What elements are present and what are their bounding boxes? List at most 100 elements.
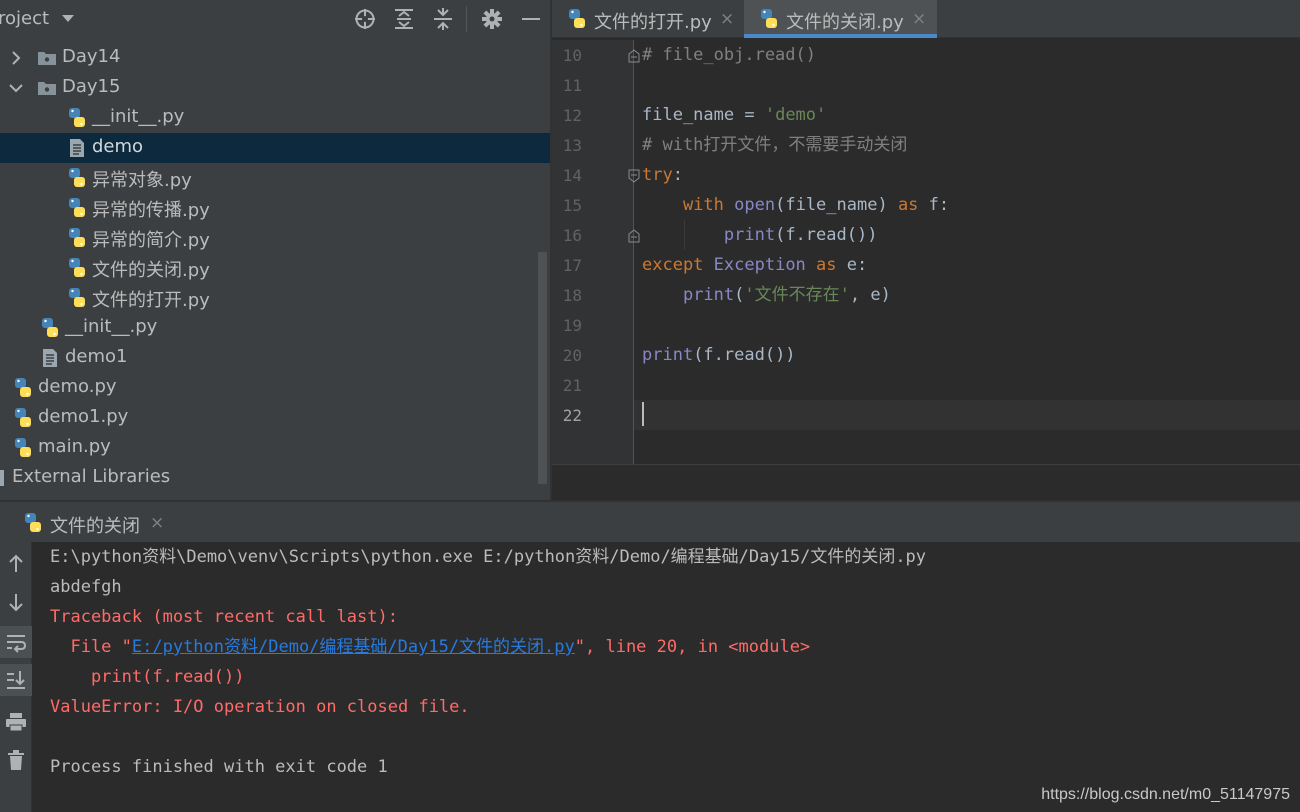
line-number: 15 (562, 196, 582, 215)
tree-item[interactable]: __init__.py (0, 313, 550, 343)
line-number: 17 (562, 256, 582, 275)
project-header: roject (0, 0, 550, 38)
close-icon[interactable]: × (150, 513, 164, 533)
code-comment: # with打开文件，不需要手动关闭 (642, 135, 908, 155)
code-keyword: with (682, 195, 724, 215)
gear-icon[interactable] (479, 7, 505, 31)
tab-label: 文件的关闭.py (786, 12, 904, 33)
tree-item-label: demo (92, 136, 144, 157)
fold-start-icon[interactable] (628, 168, 640, 183)
tree-item[interactable]: 文件的关闭.py (0, 253, 550, 283)
project-panel: roject Day14 Day15 __init__.py demo 异常对象.py 异… (0, 0, 550, 500)
run-tab-label: 文件的关闭 (50, 516, 140, 537)
scroll-to-end-icon[interactable] (0, 664, 32, 696)
tab-file-open[interactable]: 文件的打开.py × (552, 0, 738, 38)
tab-file-close[interactable]: 文件的关闭.py × (744, 0, 937, 38)
run-header: 文件的关闭 × (0, 500, 1300, 542)
tree-item-label: main.py (38, 436, 111, 457)
tree-scrollbar[interactable] (538, 252, 547, 484)
tree-item[interactable]: demo1 (0, 343, 550, 373)
tree-item-label: 文件的打开.py (92, 290, 210, 311)
soft-wrap-icon[interactable] (0, 626, 32, 658)
active-tab-indicator (744, 34, 937, 38)
console-line-command: E:\python资料\Demo\venv\Scripts\python.exe… (50, 547, 927, 567)
arrow-down-icon[interactable] (0, 586, 32, 618)
code-keyword: except (642, 255, 704, 275)
chevron-down-icon[interactable] (8, 79, 24, 97)
code-builtin: Exception (713, 255, 806, 275)
file-link[interactable]: E:/python资料/Demo/编程基础/Day15/文件的关闭.py (132, 637, 575, 657)
chevron-right-icon[interactable] (8, 49, 24, 67)
tree-item[interactable]: 文件的打开.py (0, 283, 550, 313)
project-title[interactable]: roject (0, 8, 49, 29)
code-line[interactable]: print(f.read()) (642, 220, 878, 250)
line-number: 14 (562, 166, 582, 185)
code-line[interactable]: file_name = 'demo' (642, 100, 826, 130)
code-punct: ( (734, 285, 745, 305)
arrow-up-icon[interactable] (0, 548, 32, 580)
code-line[interactable]: except Exception as e: (642, 250, 867, 280)
tree-item[interactable]: demo1.py (0, 403, 550, 433)
code-line[interactable]: try: (642, 160, 683, 190)
tree-item[interactable]: 异常的传播.py (0, 193, 550, 223)
tree-item[interactable]: 异常的简介.py (0, 223, 550, 253)
code-line[interactable]: # with打开文件，不需要手动关闭 (642, 130, 907, 160)
tree-item[interactable]: demo.py (0, 373, 550, 403)
console-text: ", line 20, in <module> (574, 637, 811, 657)
tree-item[interactable]: __init__.py (0, 103, 550, 133)
tree-item-label: demo1 (65, 346, 128, 367)
text-file-icon (39, 347, 61, 369)
code-line[interactable]: print(f.read()) (642, 340, 796, 370)
close-icon[interactable]: × (912, 9, 926, 29)
python-file-icon (39, 317, 61, 339)
print-icon[interactable] (0, 706, 32, 738)
code-builtin: open (734, 195, 776, 215)
text-file-icon (66, 137, 88, 159)
trash-icon[interactable] (0, 744, 32, 776)
line-number: 20 (562, 346, 582, 365)
python-file-icon (22, 512, 44, 534)
python-file-icon (66, 227, 88, 249)
tree-item[interactable]: Day14 (0, 43, 550, 73)
tree-item[interactable]: 异常对象.py (0, 163, 550, 193)
tree-item-label: External Libraries (12, 466, 171, 487)
tree-item-label: Day15 (62, 76, 121, 97)
line-number: 19 (562, 316, 582, 335)
fold-end-icon[interactable] (628, 48, 640, 63)
close-icon[interactable]: × (720, 9, 734, 29)
tree-item[interactable]: External Libraries (0, 463, 550, 493)
expand-all-icon[interactable] (391, 7, 417, 31)
code-line[interactable]: with open(file_name) as f: (642, 190, 949, 220)
line-number: 18 (562, 286, 582, 305)
crosshair-icon[interactable] (352, 7, 378, 31)
console-text: File " (50, 637, 132, 657)
minimize-icon[interactable] (518, 7, 544, 31)
code-comment: # file_obj.read() (642, 45, 816, 65)
python-file-icon (66, 257, 88, 279)
folder-icon (36, 47, 58, 69)
code-line[interactable]: # file_obj.read() (642, 40, 816, 70)
tree-item[interactable]: demo (0, 133, 550, 163)
code-keyword: as (816, 255, 837, 275)
code-line[interactable]: print('文件不存在', e) (642, 280, 891, 310)
fold-end-icon[interactable] (628, 228, 640, 243)
code-identifier: file_name (642, 105, 735, 125)
chevron-down-icon[interactable] (62, 15, 74, 22)
code-args: (f.read()) (693, 345, 796, 365)
python-file-icon (66, 287, 88, 309)
tree-item[interactable]: Day15 (0, 73, 550, 103)
tree-item[interactable]: main.py (0, 433, 550, 463)
code-string: 'demo' (764, 105, 827, 125)
run-tab[interactable]: 文件的关闭 × (0, 502, 172, 544)
tree-item-label: 异常的传播.py (92, 200, 210, 221)
code-args: (file_name) (775, 195, 898, 215)
run-toolbar (0, 542, 32, 812)
editor-empty-area[interactable] (552, 464, 1300, 500)
line-number: 11 (562, 76, 582, 95)
code-keyword: as (897, 195, 919, 215)
collapse-all-icon[interactable] (430, 7, 456, 31)
python-file-icon (12, 377, 34, 399)
tree-item-label: 异常的简介.py (92, 230, 210, 251)
line-number: 13 (562, 136, 582, 155)
code-builtin: print (682, 285, 735, 305)
